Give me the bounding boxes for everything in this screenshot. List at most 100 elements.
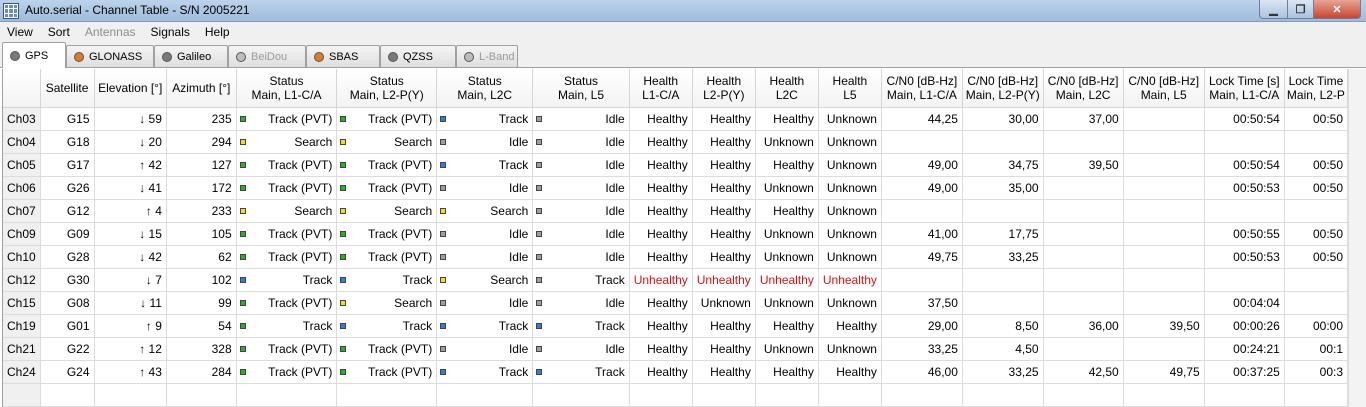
column-header[interactable]: Status Main, L1-C/A [236, 69, 338, 108]
health-cell: Unhealthy [818, 268, 882, 292]
status-cell: Track (PVT) [336, 360, 438, 384]
column-header[interactable]: Health L2-P(Y) [692, 69, 756, 108]
satellite-dot-icon [464, 51, 474, 62]
lock-time-cell: 00:50 [1284, 245, 1348, 269]
close-button[interactable]: ✕ [1313, 0, 1361, 19]
cn0-cell [1043, 222, 1124, 246]
maximize-button[interactable]: ❐ [1287, 0, 1314, 19]
tab-label: SBAS [329, 50, 359, 63]
status-text: Idle [508, 341, 529, 356]
status-text: Track (PVT) [268, 180, 333, 195]
column-header-line2: L2-P(Y) [703, 87, 745, 102]
minimize-button[interactable]: ▁ [1259, 0, 1288, 19]
column-header[interactable]: Status Main, L2C [436, 69, 534, 108]
tab-beidou[interactable]: BeiDou [228, 45, 306, 67]
table-row[interactable]: Ch05 G17 ↑ 42 127 Track (PVT) Track (PVT) Trac… [3, 153, 1348, 177]
table-row[interactable]: Ch24 G24 ↑ 43 284 Track (PVT) Track (PVT) Trac… [3, 360, 1348, 384]
satellite-cell: G26 [40, 176, 95, 200]
elevation-cell: ↓ 41 [94, 176, 167, 200]
status-text: Search [294, 203, 333, 218]
azimuth-cell: 328 [166, 337, 237, 361]
status-square-icon [340, 161, 347, 168]
tab-l-band[interactable]: L-Band [456, 45, 518, 67]
cn0-cell: 36,00 [1043, 314, 1124, 338]
column-header[interactable]: C/N0 [dB-Hz] Main, L2-P(Y) [962, 69, 1044, 108]
table-row[interactable]: Ch12 G30 ↓ 7 102 Track Track Search Track Unheal… [3, 268, 1348, 292]
column-header[interactable]: Status Main, L2-P(Y) [336, 69, 438, 108]
menu-sort[interactable]: Sort [41, 25, 78, 39]
status-square-icon [340, 138, 347, 145]
menu-help[interactable]: Help [198, 25, 238, 39]
table-row[interactable]: Ch15 G08 ↓ 11 99 Track (PVT) Search Idle Idle He… [3, 291, 1348, 315]
status-text: Idle [605, 157, 625, 172]
cn0-cell: 39,50 [1043, 153, 1124, 177]
health-cell: Unknown [755, 245, 819, 269]
status-square-icon [536, 230, 543, 237]
tab-glonass[interactable]: GLONASS [66, 45, 154, 67]
tab-qzss[interactable]: QZSS [380, 45, 456, 67]
close-icon: ✕ [1332, 3, 1342, 16]
column-header[interactable]: C/N0 [dB-Hz] Main, L1-C/A [881, 69, 963, 108]
lock-time-cell: 00:04:04 [1204, 291, 1285, 315]
title-bar[interactable]: Auto.serial - Channel Table - S/N 200522… [0, 0, 1366, 22]
column-header[interactable]: Health L5 [818, 69, 882, 108]
table-row[interactable]: Ch04 G18 ↓ 20 294 Search Search Idle Idle Health… [3, 130, 1348, 154]
column-header[interactable] [3, 69, 41, 108]
tab-sbas[interactable]: SBAS [306, 45, 380, 67]
elevation-cell: ↑ 12 [94, 337, 167, 361]
column-header-line1: Health [643, 73, 679, 88]
table-row[interactable]: Ch19 G01 ↑ 9 54 Track Track Track Track Healthy H… [3, 314, 1348, 338]
health-cell: Unknown [818, 107, 882, 131]
cn0-cell: 37,50 [881, 291, 963, 315]
column-header-line1: Health [706, 73, 742, 88]
empty-cell [629, 383, 693, 407]
table-row[interactable]: Ch06 G26 ↓ 41 172 Track (PVT) Track (PVT) Idle… [3, 176, 1348, 200]
health-cell: Healthy [629, 153, 693, 177]
status-cell: Idle [532, 176, 630, 200]
azimuth-cell: 102 [166, 268, 237, 292]
column-header[interactable]: Status Main, L5 [532, 69, 630, 108]
table-row[interactable]: Ch07 G12 ↑ 4 233 Search Search Search Idle Healt… [3, 199, 1348, 223]
table-row[interactable]: Ch09 G09 ↓ 15 105 Track (PVT) Track (PVT) Idle… [3, 222, 1348, 246]
health-cell: Unknown [755, 291, 819, 315]
column-header[interactable]: C/N0 [dB-Hz] Main, L2C [1043, 69, 1124, 108]
status-cell: Track (PVT) [336, 153, 438, 177]
lock-time-cell: 00:3 [1284, 360, 1348, 384]
column-header[interactable]: Health L1-C/A [629, 69, 693, 108]
column-header[interactable]: C/N0 [dB-Hz] Main, L5 [1123, 69, 1205, 108]
table-row[interactable]: Ch10 G28 ↓ 42 62 Track (PVT) Track (PVT) Idle I… [3, 245, 1348, 269]
status-cell: Track [532, 314, 630, 338]
column-header[interactable]: Azimuth [°] [166, 69, 237, 108]
lock-time-cell [1284, 199, 1348, 223]
column-header-line1: Lock Time [s] [1208, 73, 1280, 88]
column-header[interactable]: Elevation [°] [94, 69, 167, 108]
cn0-cell [1043, 245, 1124, 269]
health-cell: Healthy [818, 360, 882, 384]
vertical-scrollbar[interactable] [1348, 69, 1366, 407]
elevation-cell: ↓ 20 [94, 130, 167, 154]
status-text: Track [595, 318, 625, 333]
column-header[interactable]: Lock Time [s] Main, L1-C/A [1204, 69, 1285, 108]
table-row[interactable]: Ch03 G15 ↓ 59 235 Track (PVT) Track (PVT) Trac… [3, 107, 1348, 131]
health-cell: Unhealthy [755, 268, 819, 292]
menu-signals[interactable]: Signals [144, 25, 198, 39]
status-square-icon [440, 230, 447, 237]
status-cell: Search [436, 199, 534, 223]
menu-antennas[interactable]: Antennas [78, 25, 144, 39]
status-cell: Track (PVT) [336, 107, 438, 131]
status-cell: Search [236, 130, 338, 154]
status-cell: Track [336, 314, 438, 338]
status-square-icon [340, 322, 347, 329]
column-header[interactable]: Satellite [40, 69, 95, 108]
table-row[interactable]: Ch21 G22 ↑ 12 328 Track (PVT) Track (PVT) Idle… [3, 337, 1348, 361]
elevation-cell: ↑ 43 [94, 360, 167, 384]
column-header[interactable]: Lock Time Main, L2-P [1284, 69, 1348, 108]
status-square-icon [536, 322, 543, 329]
tab-galileo[interactable]: Galileo [154, 45, 228, 67]
column-header-line2: Main, L1-C/A [886, 87, 957, 102]
menu-view[interactable]: View [0, 25, 41, 39]
column-header[interactable]: Health L2C [755, 69, 819, 108]
satellite-cell: G22 [40, 337, 95, 361]
tab-gps[interactable]: GPS [2, 42, 66, 68]
health-cell: Healthy [629, 222, 693, 246]
